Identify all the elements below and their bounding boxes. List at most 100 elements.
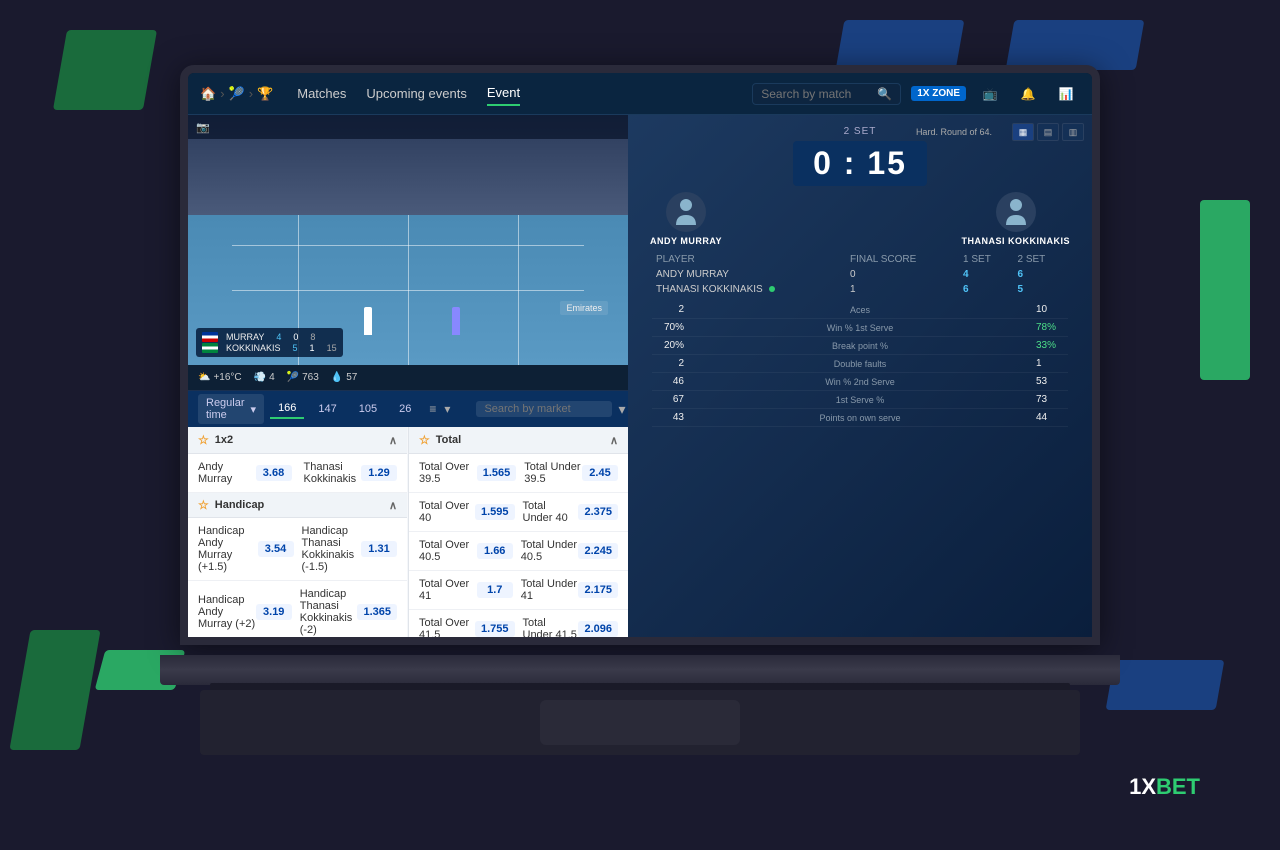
total-odds-0b[interactable]: 2.45 — [582, 465, 618, 481]
handicap-odds-1a[interactable]: 3.54 — [258, 541, 294, 557]
total-label-0b: Total Under 39.5 — [524, 461, 582, 485]
score-row-p1: MURRAY 4 0 8 — [202, 332, 337, 342]
stat-1sp-left: 67 — [652, 394, 692, 405]
expand-btn[interactable]: ▾ — [618, 401, 625, 418]
court-line — [408, 215, 409, 365]
total-odds-1b[interactable]: 2.375 — [578, 504, 618, 520]
sport-icon[interactable]: 🎾 — [229, 86, 245, 102]
nav-event[interactable]: Event — [487, 81, 520, 106]
market-1x2-header: ☆ 1x2 ∧ — [188, 427, 407, 454]
market-total-title: Total — [436, 434, 461, 446]
bg-decoration-tr2 — [836, 20, 965, 70]
total-label-4a: Total Over 41.5 — [419, 617, 475, 637]
laptop-screen: 🏠 › 🎾 › 🏆 Matches Upcoming events Event — [188, 73, 1092, 637]
collapse-1x2[interactable]: ∧ — [389, 434, 397, 447]
star-icon-handicap: ☆ — [198, 498, 209, 512]
tv-icon-btn[interactable]: 📺 — [976, 80, 1004, 108]
total-odds-2b[interactable]: 2.245 — [578, 543, 618, 559]
handicap-odds-1b[interactable]: 1.31 — [361, 541, 397, 557]
bet-count-147[interactable]: 147 — [310, 400, 344, 418]
total-odds-2a[interactable]: 1.66 — [477, 543, 513, 559]
stat-2s-right: 53 — [1028, 376, 1068, 387]
p2-set2: 5 — [1014, 282, 1069, 297]
market-search-box[interactable] — [476, 401, 612, 417]
header-nav: Matches Upcoming events Event — [297, 81, 520, 106]
weather-icon: ⛅ — [198, 372, 210, 383]
app-main: Emirates 📷 MURRAY 4 — [188, 115, 1092, 637]
p2-set1: 6 — [959, 282, 1013, 297]
total-odds-1a[interactable]: 1.595 — [475, 504, 515, 520]
score-p2-score1: 5 — [293, 343, 298, 353]
score-table: PLAYER FINAL SCORE 1 SET 2 SET A — [652, 252, 1068, 297]
score-p1-pts: 8 — [310, 332, 315, 342]
handicap-label-2b: Handicap Thanasi Kokkinakis (-2) — [300, 588, 358, 636]
player1-info: ANDY MURRAY — [650, 192, 722, 246]
market-1x2-title: 1x2 — [215, 434, 233, 446]
bet-count-26[interactable]: 26 — [391, 400, 419, 418]
serving-indicator — [769, 286, 775, 292]
video-top-bar: 📷 — [188, 115, 628, 139]
laptop-base — [160, 655, 1120, 685]
total-odds-4b[interactable]: 2.096 — [578, 621, 618, 637]
stat-aces: 2 Aces 10 — [652, 301, 1068, 319]
bet-count-166[interactable]: 166 — [270, 399, 304, 419]
odds-value-murray[interactable]: 3.68 — [256, 465, 292, 481]
total-row-4: Total Over 41.5 1.755 Total Under 41.5 2… — [409, 610, 628, 637]
stat-aces-right: 10 — [1028, 304, 1068, 315]
search-box[interactable]: 🔍 — [752, 83, 901, 105]
total-label-1a: Total Over 40 — [419, 500, 475, 524]
market-search-input[interactable] — [484, 403, 604, 415]
odds-value-kokkinakis[interactable]: 1.29 — [361, 465, 397, 481]
nav-upcoming[interactable]: Upcoming events — [366, 82, 466, 105]
bg-decoration-tr — [1006, 20, 1145, 70]
score-p1-score1: 4 — [276, 332, 281, 342]
bet-count-105[interactable]: 105 — [351, 400, 385, 418]
stat-df-left: 2 — [652, 358, 692, 369]
bell-icon-btn[interactable]: 🔔 — [1014, 80, 1042, 108]
stat-1st-serve-right: 78% — [1028, 322, 1068, 333]
collapse-handicap[interactable]: ∧ — [389, 499, 397, 512]
distance-icon: 🎾 — [287, 372, 299, 383]
bet-zone-label[interactable]: 1X ZONE — [911, 86, 966, 101]
player-figure-1 — [364, 307, 372, 335]
col-set1: 1 SET — [959, 252, 1013, 267]
handicap-odds-2b[interactable]: 1.365 — [357, 604, 397, 620]
total-odds-4a[interactable]: 1.755 — [475, 621, 515, 637]
wind-icon: 💨 — [254, 372, 266, 383]
total-odds-3a[interactable]: 1.7 — [477, 582, 513, 598]
stats-icon-btn[interactable]: 📊 — [1052, 80, 1080, 108]
brand-logo-1xbet: 1XBET — [1129, 774, 1200, 800]
nav-matches[interactable]: Matches — [297, 82, 346, 105]
timer-display: 0 : 15 — [793, 141, 927, 186]
home-icon[interactable]: 🏠 — [200, 86, 216, 102]
odds-container: ☆ 1x2 ∧ Andy Murray 3.68 Thanasi Kokkina… — [188, 427, 628, 637]
total-odds-0a[interactable]: 1.565 — [477, 465, 517, 481]
total-label-3b: Total Under 41 — [521, 578, 579, 602]
stats-table: 2 Aces 10 70% Win % 1st Serve 78% — [652, 301, 1068, 427]
handicap-label-1a: Handicap Andy Murray (+1.5) — [198, 525, 258, 573]
collapse-total[interactable]: ∧ — [610, 434, 618, 447]
betting-tabs: Regular time ▾ 166 147 105 26 ≡ ▾ — [188, 391, 628, 427]
laptop-trackpad — [540, 700, 740, 745]
left-panel: Emirates 📷 MURRAY 4 — [188, 115, 628, 637]
handicap-odds-2a[interactable]: 3.19 — [256, 604, 292, 620]
time-filter[interactable]: Regular time ▾ — [198, 394, 264, 424]
player2-name: THANASI KOKKINAKIS — [961, 236, 1070, 246]
players-row: ANDY MURRAY THANASI KO — [640, 192, 1080, 246]
score-row-p2: KOKKINAKIS 5 1 15 — [202, 343, 337, 353]
total-odds-3b[interactable]: 2.175 — [578, 582, 618, 598]
stat-2s-left: 46 — [652, 376, 692, 387]
breadcrumb-sep1: › — [220, 86, 224, 101]
player1-avatar — [666, 192, 706, 232]
scoreboard-overlay: MURRAY 4 0 8 KOKKINAKIS 5 1 — [196, 328, 343, 357]
betting-left: Regular time ▾ 166 147 105 26 ≡ ▾ — [188, 391, 628, 637]
sort-dropdown-icon[interactable]: ▾ — [444, 402, 450, 416]
search-input[interactable] — [761, 87, 871, 101]
handicap-label-2a: Handicap Andy Murray (+2) — [198, 594, 256, 630]
weather-distance: 🎾 763 — [287, 372, 319, 383]
trophy-icon[interactable]: 🏆 — [257, 86, 273, 102]
list-icon[interactable]: ≡ — [429, 402, 436, 416]
score-p2-score2: 1 — [310, 343, 315, 353]
stat-aces-center: Aces — [692, 305, 1028, 315]
score-row-p2: THANASI KOKKINAKIS 1 6 5 — [652, 282, 1068, 297]
